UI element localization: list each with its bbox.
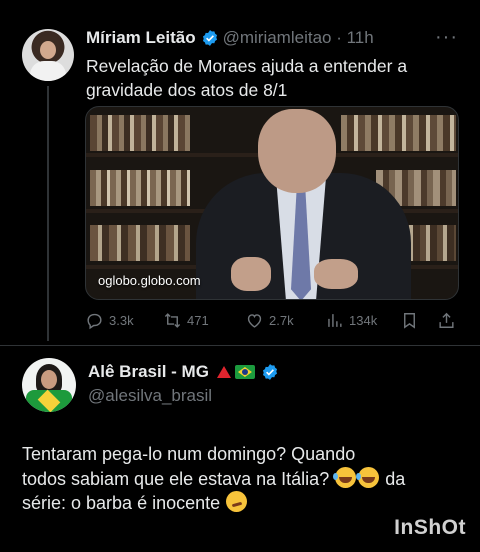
author-name[interactable]: Míriam Leitão [86, 28, 196, 48]
tweet-text: Revelação de Moraes ajuda a entender a g… [86, 56, 408, 100]
link-card-image[interactable]: oglobo.globo.com [85, 106, 459, 300]
share-button[interactable] [437, 311, 461, 330]
tweet-divider [0, 345, 480, 346]
reply-count: 3.3k [109, 312, 134, 328]
verified-badge-icon [201, 29, 219, 47]
tweet-actions: 3.3k 471 2.7k 134k [85, 309, 463, 331]
thread-line [47, 86, 49, 341]
laughing-emoji-icon [333, 466, 357, 488]
bookmark-icon [404, 312, 415, 329]
retweet-icon [164, 312, 181, 328]
brazil-flag-icon [234, 365, 255, 379]
wink-tongue-emoji-icon [226, 491, 248, 512]
tweet-header-2: Alê Brasil - MG [88, 362, 283, 382]
author-name-2[interactable]: Alê Brasil - MG [88, 362, 209, 382]
retweet-button[interactable]: 471 [163, 311, 209, 330]
tweet-text-2: Tentaram pega-lo num domingo? Quando tod… [22, 444, 406, 513]
red-triangle-icon [216, 366, 231, 378]
verified-badge-icon [261, 363, 279, 381]
laughing-emoji-icon [356, 466, 380, 488]
views-count: 134k [349, 312, 378, 328]
tweet-header: Míriam Leitão @miriamleitao · 11h [86, 28, 374, 48]
retweet-count: 471 [187, 312, 209, 328]
views-icon [328, 313, 342, 327]
link-domain[interactable]: oglobo.globo.com [98, 273, 201, 288]
avatar-ale[interactable] [22, 358, 76, 412]
bookmark-button[interactable] [400, 311, 424, 330]
tweet-miriam[interactable]: Míriam Leitão @miriamleitao · 11h ··· Re… [0, 0, 480, 350]
reply-button[interactable]: 3.3k [85, 311, 134, 330]
views-button[interactable]: 134k [325, 311, 377, 330]
author-handle-2[interactable]: @alesilva_brasil [88, 386, 212, 406]
inshot-watermark: InShOt [394, 516, 466, 539]
share-icon [439, 312, 454, 328]
more-options-icon[interactable]: ··· [435, 26, 458, 49]
reply-icon [87, 313, 102, 329]
like-button[interactable]: 2.7k [245, 311, 294, 330]
like-count: 2.7k [269, 312, 294, 328]
avatar-miriam[interactable] [22, 29, 74, 81]
author-handle-time[interactable]: @miriamleitao · 11h [223, 28, 374, 48]
like-icon [247, 313, 262, 328]
